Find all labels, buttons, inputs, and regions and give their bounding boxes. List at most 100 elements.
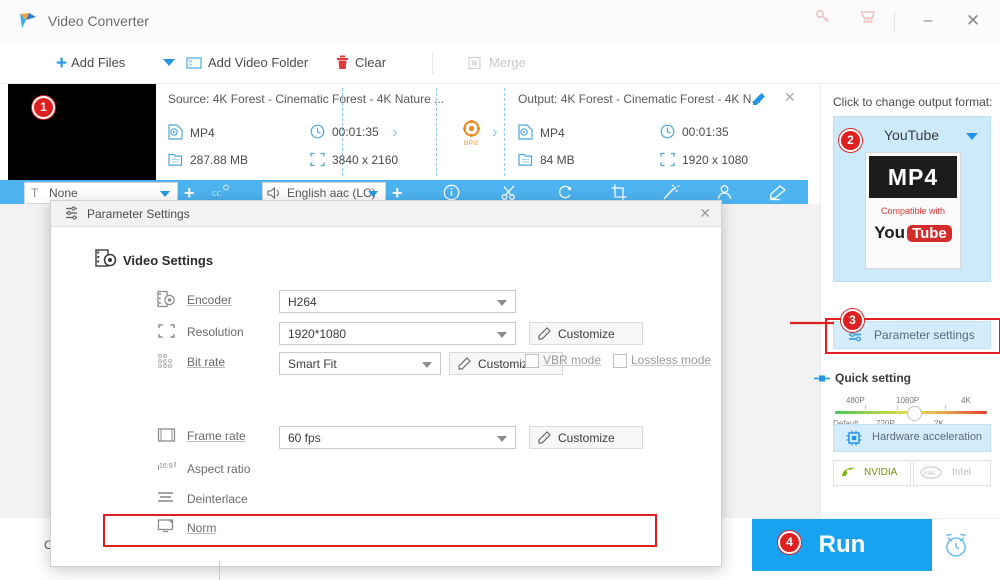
quick-setting-connector-v: [219, 561, 220, 580]
merge-label: Merge: [489, 55, 526, 70]
toolbar-divider: [432, 52, 433, 74]
framerate-label: Frame rate: [187, 429, 246, 443]
row-aspect-ratio: 16:9 Aspect ratio: [51, 456, 721, 486]
framerate-customize-label: Customize: [558, 431, 615, 445]
dialog-close-button[interactable]: ✕: [699, 205, 711, 222]
resolution-select[interactable]: 1920*1080: [279, 322, 516, 345]
row-framerate: Frame rate 60 fps Customize: [51, 423, 721, 453]
output-format-value: MP4: [540, 126, 565, 140]
source-resolution: 3840 x 2160: [310, 152, 398, 170]
quick-setting-icon: [814, 373, 831, 387]
output-format-hint: Click to change output format:: [833, 95, 993, 109]
svg-text:cc: cc: [212, 188, 221, 199]
resolution-icon: [157, 322, 177, 342]
slider-tick-2: [897, 405, 898, 410]
pencil-icon: [458, 357, 471, 373]
source-format: MP4: [168, 124, 215, 143]
alarm-icon[interactable]: [942, 532, 970, 561]
encoder-value: H264: [288, 295, 317, 309]
source-format-value: MP4: [190, 126, 215, 140]
output-duration: 00:01:35: [660, 124, 729, 142]
resolution-icon: [660, 152, 675, 170]
intel-toggle[interactable]: intel Intel: [913, 460, 991, 486]
vbr-mode-label: VBR mode: [543, 353, 602, 367]
subtitle-icon: T: [31, 186, 39, 200]
chevron-down-icon[interactable]: [422, 362, 432, 368]
file-item-row[interactable]: › › GPU Source: 4K Forest - Cinematic Fo…: [0, 84, 808, 180]
chevron-down-icon[interactable]: [966, 133, 978, 140]
row-norm: Norm: [51, 515, 721, 545]
hardware-acceleration-button[interactable]: Hardware acceleration: [833, 424, 991, 452]
output-size: 84 MB: [518, 152, 575, 170]
bitrate-value: Smart Fit: [288, 357, 337, 371]
deinterlace-icon: [157, 489, 177, 509]
svg-text:6: 6: [163, 359, 167, 366]
svg-text:intel: intel: [924, 471, 935, 477]
add-files-dropdown-caret[interactable]: [163, 59, 175, 66]
close-button[interactable]: ✕: [956, 9, 990, 33]
hardware-acceleration-label: Hardware acceleration: [872, 431, 983, 443]
deinterlace-label: Deinterlace: [187, 492, 248, 506]
source-duration: 00:01:35: [310, 124, 379, 142]
key-icon[interactable]: [806, 9, 840, 33]
minimize-button[interactable]: –: [911, 9, 945, 33]
annotation-arrow-right: [790, 316, 836, 333]
chevron-down-icon[interactable]: [497, 332, 507, 338]
framerate-select[interactable]: 60 fps: [279, 426, 516, 449]
lossless-mode-checkbox[interactable]: [613, 354, 627, 368]
merge-button[interactable]: Merge: [468, 53, 526, 73]
nvidia-toggle[interactable]: NVIDIA: [833, 460, 911, 486]
rename-pencil-icon[interactable]: [752, 92, 766, 109]
slider-tick-3: [945, 405, 946, 410]
source-resolution-value: 3840 x 2160: [332, 153, 399, 167]
clock-icon: [660, 124, 675, 142]
clock-icon: [310, 124, 325, 142]
encoder-icon: [157, 290, 177, 310]
document-icon: [168, 152, 183, 170]
output-resolution: 1920 x 1080: [660, 152, 748, 170]
cart-icon[interactable]: [851, 9, 885, 33]
plus-icon: +: [56, 53, 68, 74]
framerate-customize-button[interactable]: Customize: [529, 426, 643, 449]
row-resolution: Resolution 1920*1080 Customize: [51, 319, 721, 349]
output-info: Output: 4K Forest - Cinematic Forest - 4…: [518, 92, 818, 106]
resolution-customize-label: Customize: [558, 327, 615, 341]
video-settings-label: Video Settings: [123, 253, 214, 268]
trash-icon: [336, 55, 349, 76]
chevron-down-icon[interactable]: [497, 300, 507, 306]
quality-slider-knob[interactable]: [907, 406, 922, 421]
step-badge-2: 2: [839, 129, 862, 152]
framerate-icon: [157, 426, 177, 446]
edit-icon[interactable]: [769, 184, 787, 204]
youtube-logo: You Tube: [866, 223, 960, 243]
format-thumbnail-compatible: Compatible with: [880, 206, 946, 216]
remove-file-button[interactable]: ✕: [784, 89, 796, 106]
resolution-customize-button[interactable]: Customize: [529, 322, 643, 345]
bitrate-select[interactable]: Smart Fit: [279, 352, 441, 375]
footer-bar: Run 4: [752, 518, 1000, 571]
app-logo-icon: [18, 11, 38, 31]
clear-button[interactable]: Clear: [336, 53, 386, 73]
source-title: Source: 4K Forest - Cinematic Forest - 4…: [168, 92, 445, 106]
resolution-icon: [310, 152, 325, 170]
gpu-label: GPU: [463, 141, 479, 147]
output-format-name: YouTube: [884, 127, 940, 143]
source-size: 287.88 MB: [168, 152, 248, 170]
chevron-down-icon[interactable]: [497, 436, 507, 442]
format-thumbnail-mp4: MP4: [869, 156, 957, 198]
clear-label: Clear: [355, 55, 387, 70]
chevron-down-icon[interactable]: [368, 191, 378, 197]
add-video-folder-button[interactable]: Add Video Folder: [186, 53, 308, 73]
aspect-ratio-icon: 16:9: [157, 459, 177, 479]
add-files-button[interactable]: + Add Files: [56, 53, 125, 74]
app-window: Video Converter – ✕ 1 + Add Files Add Vid…: [0, 0, 1000, 580]
intel-icon: intel: [920, 466, 942, 482]
chevron-right-icon-1: ›: [392, 122, 398, 141]
chevron-down-icon[interactable]: [160, 191, 170, 197]
add-video-folder-label: Add Video Folder: [208, 55, 309, 70]
encoder-select[interactable]: H264: [279, 290, 516, 313]
vbr-mode-checkbox[interactable]: [525, 354, 539, 368]
gpu-indicator: GPU: [456, 120, 486, 147]
quality-slider-track: [835, 405, 987, 421]
title-bar: Video Converter – ✕: [0, 0, 1000, 43]
